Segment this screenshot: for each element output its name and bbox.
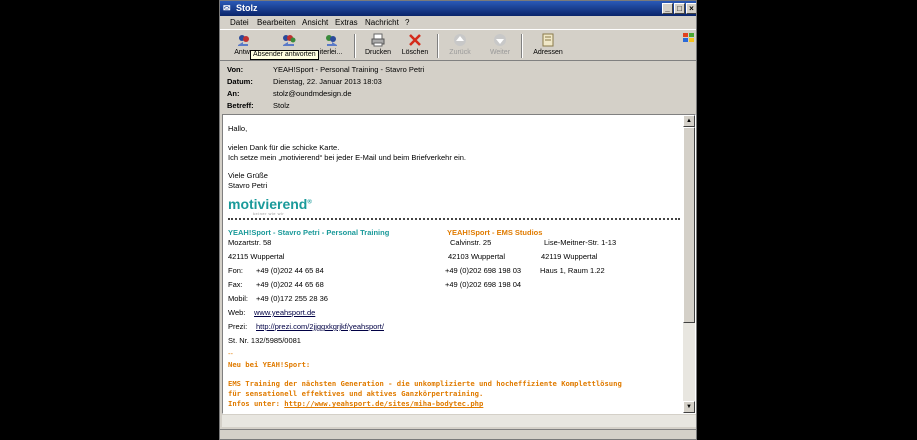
- status-bar: [220, 429, 696, 439]
- news-info: Infos unter: http://www.yeahsport.de/sit…: [228, 399, 484, 408]
- menu-bar: Datei Bearbeiten Ansicht Extras Nachrich…: [220, 16, 696, 42]
- message-headers: Von: YEAH!Sport - Personal Training - Sta…: [227, 65, 425, 110]
- web-label: Web:: [228, 308, 246, 317]
- right-street-2: Lise-Meitner-Str. 1-13: [544, 238, 617, 247]
- address-book-button[interactable]: Adressen: [525, 32, 571, 60]
- vertical-scrollbar[interactable]: ▲ ▼: [683, 115, 695, 413]
- left-city: 42115 Wuppertal: [228, 252, 285, 261]
- mobil-label: Mobil:: [228, 294, 249, 303]
- delete-icon: [409, 34, 421, 46]
- right-street-1: Calvinstr. 25: [450, 238, 492, 247]
- print-icon: [371, 33, 385, 47]
- scrollbar-thumb[interactable]: [683, 127, 695, 323]
- right-phone-2: +49 (0)202 698 198 04: [445, 280, 522, 289]
- tooltip: Absender antworten: [250, 50, 319, 60]
- window-title: Stolz: [236, 3, 258, 13]
- menu-help[interactable]: ?: [405, 18, 409, 27]
- news-line: für sensationell effektives und aktives …: [228, 389, 484, 398]
- next-button[interactable]: Weiter: [482, 32, 518, 60]
- minimize-button[interactable]: _: [662, 3, 673, 14]
- menu-nachricht[interactable]: Nachricht: [365, 18, 399, 27]
- body-line: Ich setze mein „motivierend“ bei jeder E…: [228, 153, 467, 162]
- back-button[interactable]: Zurück: [442, 32, 478, 60]
- mobil-value: +49 (0)172 255 28 36: [256, 294, 328, 303]
- prezi-label: Prezi:: [228, 322, 248, 331]
- menu-extras[interactable]: Extras: [335, 18, 358, 27]
- fon-value: +49 (0)202 44 65 84: [256, 266, 324, 275]
- reply-all-icon: [283, 35, 296, 46]
- prezi-link[interactable]: http://prezi.com/2jjggxkgrjkf/yeahsport/: [256, 322, 384, 331]
- dotted-divider: [228, 218, 680, 220]
- tax-number: St. Nr. 132/5985/0081: [228, 336, 301, 345]
- logo-tagline: keiner wie wir: [253, 211, 285, 216]
- news-line: EMS Training der nächsten Generation - d…: [228, 379, 622, 388]
- reply-icon: [238, 35, 249, 46]
- maximize-button[interactable]: □: [674, 3, 685, 14]
- body-line: vielen Dank für die schicke Karte.: [228, 143, 340, 152]
- left-street: Mozartstr. 58: [228, 238, 272, 247]
- right-phone-1: +49 (0)202 698 198 03: [445, 266, 522, 275]
- message-content: Hallo, vielen Dank für die schicke Karte…: [223, 115, 683, 413]
- address-book-icon: [542, 33, 554, 47]
- toolbar-separator: [354, 34, 356, 58]
- menu-datei[interactable]: Datei: [230, 18, 249, 27]
- greeting-text: Hallo,: [228, 124, 248, 133]
- scroll-up-icon[interactable]: ▲: [683, 115, 695, 127]
- mail-window: ✉ Stolz _ □ × Datei Bearbeiten Ansicht E…: [219, 0, 697, 440]
- toolbar-separator: [521, 34, 523, 58]
- scroll-down-icon[interactable]: ▼: [683, 401, 695, 413]
- closing-text: Viele Grüße: [228, 171, 268, 180]
- right-city-2: 42119 Wuppertal: [541, 252, 598, 261]
- next-icon: [494, 34, 506, 46]
- toolbar-separator: [437, 34, 439, 58]
- signature-dashes: --: [228, 349, 233, 358]
- message-body[interactable]: Hallo, vielen Dank für die schicke Karte…: [222, 114, 696, 414]
- menu-bearbeiten[interactable]: Bearbeiten: [257, 18, 296, 27]
- back-icon: [454, 34, 466, 46]
- forward-icon: [326, 35, 337, 46]
- horizontal-scrollbar[interactable]: [222, 415, 696, 427]
- menu-ansicht[interactable]: Ansicht: [302, 18, 328, 27]
- left-address-title: YEAH!Sport - Stavro Petri - Personal Tra…: [228, 228, 390, 237]
- delete-button[interactable]: Löschen: [397, 32, 433, 60]
- fax-value: +49 (0)202 44 65 68: [256, 280, 324, 289]
- close-button[interactable]: ×: [686, 3, 696, 14]
- news-title: Neu bei YEAH!Sport:: [228, 360, 311, 369]
- right-city-1: 42103 Wuppertal: [448, 252, 505, 261]
- motivierend-logo: motivierend®: [228, 196, 312, 212]
- right-address-title: YEAH!Sport - EMS Studios: [447, 228, 543, 237]
- envelope-icon: ✉: [223, 3, 231, 13]
- print-button[interactable]: Drucken: [360, 32, 396, 60]
- signature-name: Stavro Petri: [228, 181, 268, 190]
- fax-label: Fax:: [228, 280, 243, 289]
- right-phone-1-extra: Haus 1, Raum 1.22: [540, 266, 605, 275]
- fon-label: Fon:: [228, 266, 244, 275]
- web-link[interactable]: www.yeahsport.de: [254, 308, 315, 317]
- news-link[interactable]: http://www.yeahsport.de/sites/miha-bodyt…: [284, 399, 483, 408]
- title-bar[interactable]: ✉ Stolz _ □ ×: [220, 1, 696, 16]
